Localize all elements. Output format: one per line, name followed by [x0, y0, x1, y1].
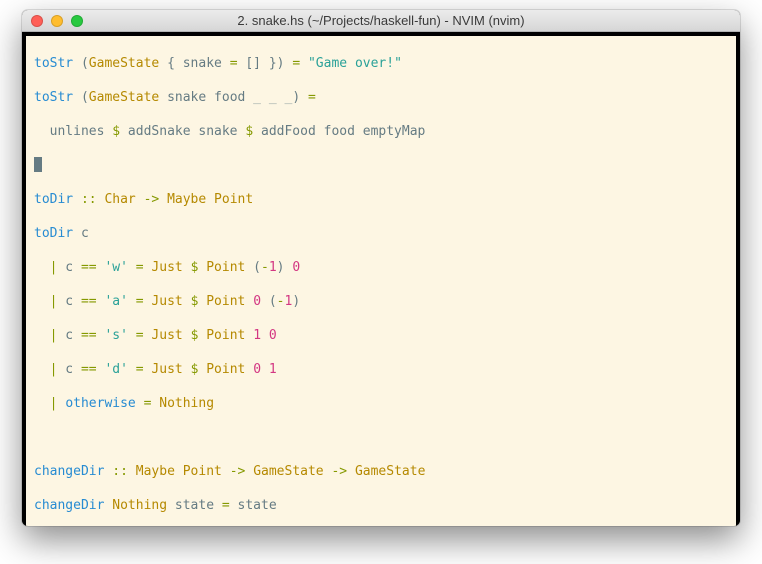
terminal-window: 2. snake.hs (~/Projects/haskell-fun) - N…: [22, 10, 740, 526]
close-icon[interactable]: [31, 15, 43, 27]
cursor: [34, 157, 42, 172]
terminal-body: toStr (GameState { snake = [] }) = "Game…: [22, 32, 740, 526]
zoom-icon[interactable]: [71, 15, 83, 27]
titlebar: 2. snake.hs (~/Projects/haskell-fun) - N…: [22, 10, 740, 32]
minimize-icon[interactable]: [51, 15, 63, 27]
window-title: 2. snake.hs (~/Projects/haskell-fun) - N…: [22, 13, 740, 28]
editor-area[interactable]: toStr (GameState { snake = [] }) = "Game…: [26, 36, 736, 526]
